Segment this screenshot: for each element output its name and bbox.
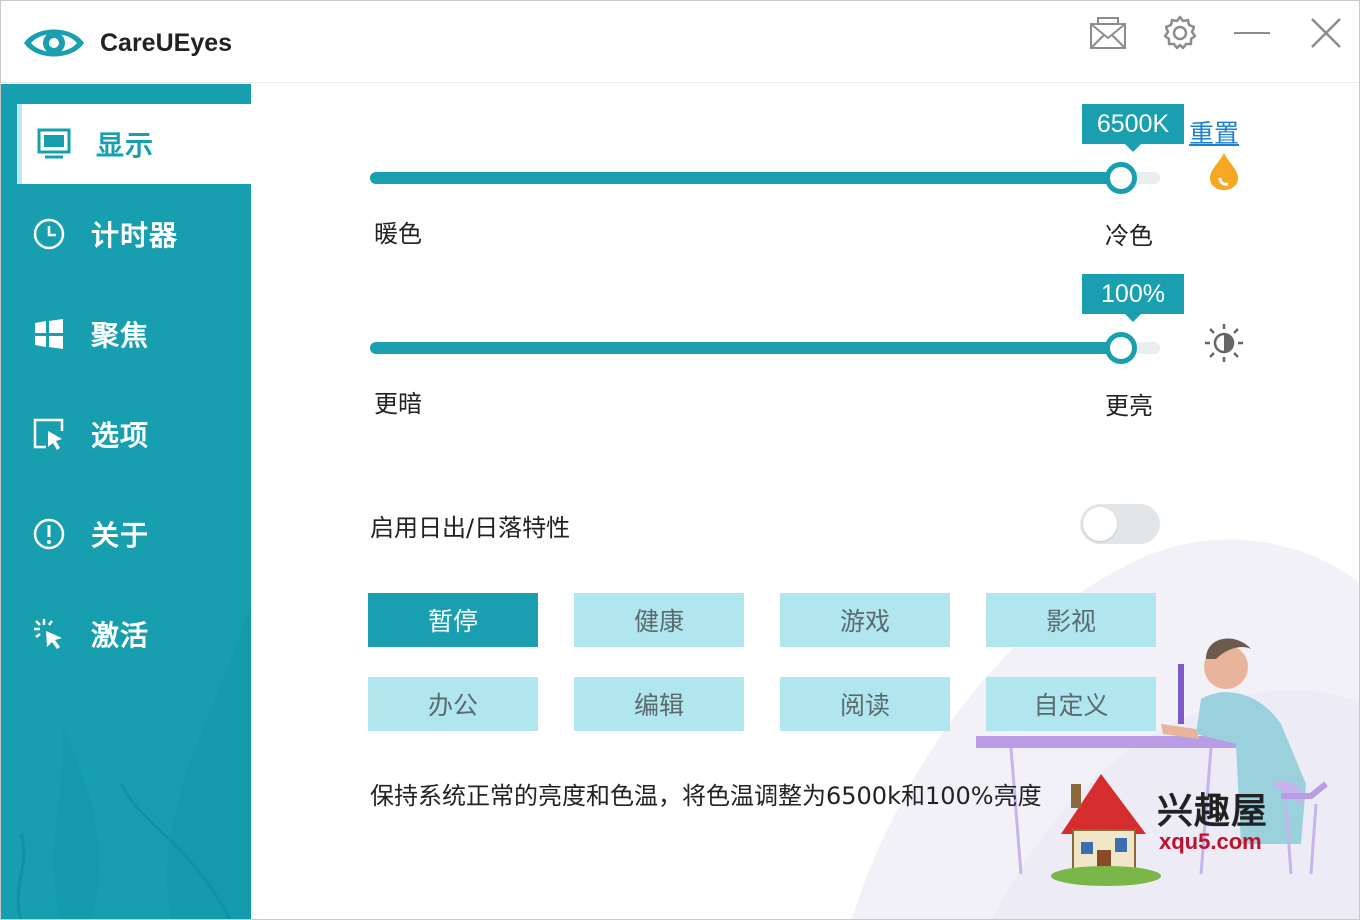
sidebar-item-focus[interactable]: 聚焦: [17, 294, 251, 374]
mode-button-pause[interactable]: 暂停: [368, 593, 538, 647]
brightness-value-tag: 100%: [1082, 274, 1184, 322]
brightness-slider-fill: [370, 342, 1121, 354]
app-title: CareUEyes: [100, 29, 233, 57]
minimize-icon: [1234, 32, 1270, 34]
sidebar-item-options[interactable]: 选项: [17, 394, 251, 474]
settings-button[interactable]: [1157, 13, 1203, 53]
sidebar-item-label: 计时器: [91, 219, 179, 252]
brightness-slider-thumb[interactable]: [1105, 332, 1137, 364]
sunrise-sunset-toggle[interactable]: [1080, 504, 1160, 544]
mode-button-movie[interactable]: 影视: [986, 593, 1156, 647]
sidebar-item-timer[interactable]: 计时器: [17, 194, 251, 274]
brightness-slider[interactable]: [370, 332, 1160, 364]
app-window: CareUEyes 显示 计时器 聚焦 选项 关于 激活 6500K 重置 暖色…: [0, 0, 1360, 920]
gear-icon: [1163, 15, 1197, 50]
sidebar-item-label: 选项: [91, 419, 150, 452]
color-temp-value-tag: 6500K: [1082, 104, 1184, 152]
mode-description: 保持系统正常的亮度和色温，将色温调整为6500k和100%亮度: [370, 782, 1042, 810]
droplet-icon: [1210, 153, 1238, 190]
color-temp-slider-fill: [370, 172, 1121, 184]
main-panel: 6500K 重置 暖色 冷色 100% 更暗 更亮 启用日出/日落特性 暂停 健…: [251, 84, 1359, 919]
sidebar-item-label: 显示: [96, 129, 155, 162]
mode-button-health[interactable]: 健康: [574, 593, 744, 647]
color-temp-min-label: 暖色: [374, 220, 422, 248]
sidebar-item-label: 聚焦: [91, 319, 150, 352]
info-icon: [31, 516, 67, 552]
windows-icon: [31, 316, 67, 352]
mode-button-reading[interactable]: 阅读: [780, 677, 950, 731]
click-sparkle-icon: [31, 616, 67, 652]
eye-logo-icon: [24, 29, 84, 57]
sidebar-item-about[interactable]: 关于: [17, 494, 251, 574]
close-button[interactable]: [1303, 13, 1349, 53]
close-icon: [1311, 18, 1341, 48]
sidebar-item-label: 关于: [91, 519, 150, 552]
color-temp-slider[interactable]: [370, 162, 1160, 194]
sidebar-item-label: 激活: [91, 619, 150, 652]
sidebar: 显示 计时器 聚焦 选项 关于 激活: [1, 84, 251, 919]
minimize-button[interactable]: [1229, 13, 1275, 53]
title-bar: CareUEyes: [1, 1, 1359, 83]
mail-icon: [1090, 17, 1126, 49]
watermark-title: 兴趣屋: [1157, 791, 1269, 832]
mode-button-office[interactable]: 办公: [368, 677, 538, 731]
mode-button-editing[interactable]: 编辑: [574, 677, 744, 731]
clock-icon: [31, 216, 67, 252]
sidebar-item-activate[interactable]: 激活: [17, 594, 251, 674]
toggle-knob: [1083, 507, 1117, 541]
mail-button[interactable]: [1085, 13, 1131, 53]
mode-button-custom[interactable]: 自定义: [986, 677, 1156, 731]
sidebar-item-display[interactable]: 显示: [17, 104, 251, 184]
brightness-min-label: 更暗: [374, 390, 422, 418]
sunrise-sunset-label: 启用日出/日落特性: [370, 514, 571, 542]
watermark-url: xqu5.com: [1159, 829, 1262, 854]
brightness-max-label: 更亮: [1105, 392, 1153, 420]
monitor-icon: [36, 126, 72, 162]
reset-link[interactable]: 重置: [1189, 114, 1239, 150]
cursor-select-icon: [31, 416, 67, 452]
color-temp-max-label: 冷色: [1105, 222, 1153, 250]
brightness-icon: [1205, 324, 1243, 362]
color-temp-slider-thumb[interactable]: [1105, 162, 1137, 194]
mode-button-game[interactable]: 游戏: [780, 593, 950, 647]
